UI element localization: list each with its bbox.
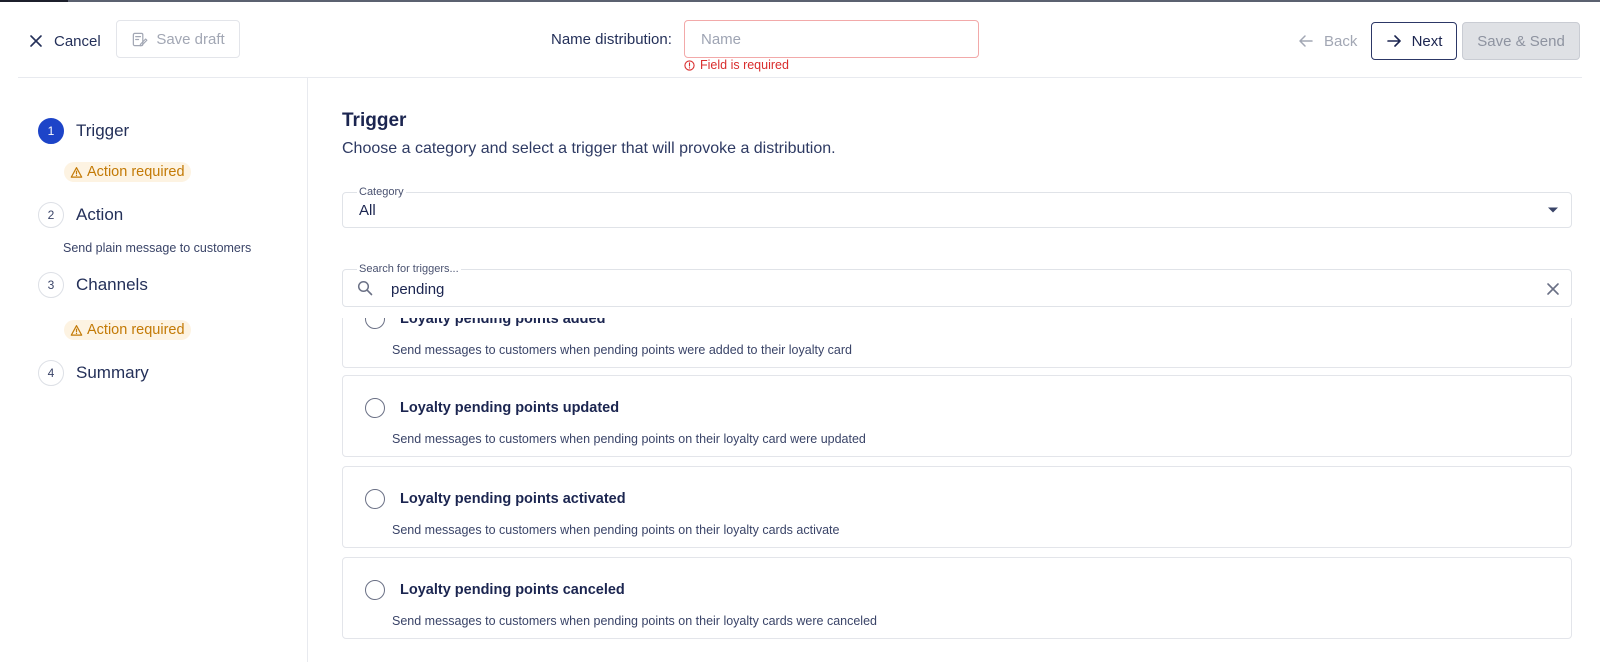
step-action[interactable]: 2 Action xyxy=(38,202,123,228)
trigger-name: Loyalty pending points added xyxy=(400,318,606,327)
badge-text: Action required xyxy=(87,322,185,338)
trigger-panel: Trigger Choose a category and select a t… xyxy=(342,78,1572,662)
caret-down-icon xyxy=(1548,207,1558,213)
search-icon xyxy=(357,280,373,296)
next-button[interactable]: Next xyxy=(1371,22,1457,60)
page-subtitle: Choose a category and select a trigger t… xyxy=(342,140,836,157)
step-number: 2 xyxy=(38,202,64,228)
step-label: Trigger xyxy=(76,121,130,140)
warning-triangle-icon xyxy=(70,324,83,336)
category-value: All xyxy=(359,202,376,219)
step-label: Channels xyxy=(76,275,148,294)
next-label: Next xyxy=(1411,32,1443,50)
save-send-label: Save & Send xyxy=(1477,32,1565,50)
cancel-button[interactable]: Cancel xyxy=(28,24,101,58)
save-draft-button[interactable]: Save draft xyxy=(116,20,240,58)
trigger-option[interactable]: Loyalty pending points activated Send me… xyxy=(342,466,1572,548)
back-button[interactable]: Back xyxy=(1298,24,1357,58)
step-action-summary: Send plain message to customers xyxy=(63,241,252,255)
step-number: 1 xyxy=(38,118,64,144)
trigger-name: Loyalty pending points updated xyxy=(400,400,620,416)
radio-button[interactable] xyxy=(365,489,385,509)
name-error-text: Field is required xyxy=(700,58,789,72)
trigger-option[interactable]: Loyalty pending points added Send messag… xyxy=(342,318,1572,368)
search-input[interactable] xyxy=(391,275,1511,303)
trigger-description: Send messages to customers when pending … xyxy=(392,432,866,446)
arrow-left-icon xyxy=(1299,35,1313,47)
radio-button[interactable] xyxy=(365,580,385,600)
trigger-name: Loyalty pending points canceled xyxy=(400,582,625,598)
warning-triangle-icon xyxy=(70,166,83,178)
step-number: 4 xyxy=(38,360,64,386)
arrow-right-icon xyxy=(1386,35,1401,47)
radio-button[interactable] xyxy=(365,398,385,418)
clear-icon[interactable] xyxy=(1545,281,1561,297)
step-label: Action xyxy=(76,205,124,224)
close-icon xyxy=(30,35,42,47)
action-required-badge: Action required xyxy=(64,320,191,340)
trigger-description: Send messages to customers when pending … xyxy=(392,343,852,357)
category-label: Category xyxy=(357,186,406,198)
name-distribution-label: Name distribution: xyxy=(551,31,672,48)
step-number: 3 xyxy=(38,272,64,298)
badge-text: Action required xyxy=(87,164,185,180)
category-select[interactable]: Category All xyxy=(342,186,1572,228)
trigger-option[interactable]: Loyalty pending points updated Send mess… xyxy=(342,375,1572,457)
step-trigger[interactable]: 1 Trigger xyxy=(38,118,129,144)
page-title: Trigger xyxy=(342,110,407,131)
name-error-message: Field is required xyxy=(684,58,789,72)
step-label: Summary xyxy=(76,363,149,382)
trigger-search: Search for triggers... xyxy=(342,263,1572,307)
action-required-badge: Action required xyxy=(64,162,191,182)
trigger-list: Loyalty pending points added Send messag… xyxy=(342,318,1572,662)
trigger-description: Send messages to customers when pending … xyxy=(392,614,877,628)
radio-button[interactable] xyxy=(365,318,385,329)
trigger-option[interactable]: Loyalty pending points canceled Send mes… xyxy=(342,557,1572,639)
steps-sidebar: 1 Trigger Action required 2 Action Send … xyxy=(0,78,308,662)
step-channels[interactable]: 3 Channels xyxy=(38,272,148,298)
cancel-label: Cancel xyxy=(54,32,101,50)
draft-icon xyxy=(133,32,148,46)
trigger-name: Loyalty pending points activated xyxy=(400,491,626,507)
name-distribution-input[interactable] xyxy=(684,20,979,58)
alert-circle-icon xyxy=(684,59,695,71)
back-label: Back xyxy=(1324,32,1358,50)
save-draft-label: Save draft xyxy=(156,30,225,48)
header: Cancel Save draft Name distribution: Fie… xyxy=(0,2,1600,78)
save-send-button[interactable]: Save & Send xyxy=(1462,22,1580,60)
trigger-description: Send messages to customers when pending … xyxy=(392,523,840,537)
step-summary[interactable]: 4 Summary xyxy=(38,360,149,386)
search-label: Search for triggers... xyxy=(357,263,461,275)
